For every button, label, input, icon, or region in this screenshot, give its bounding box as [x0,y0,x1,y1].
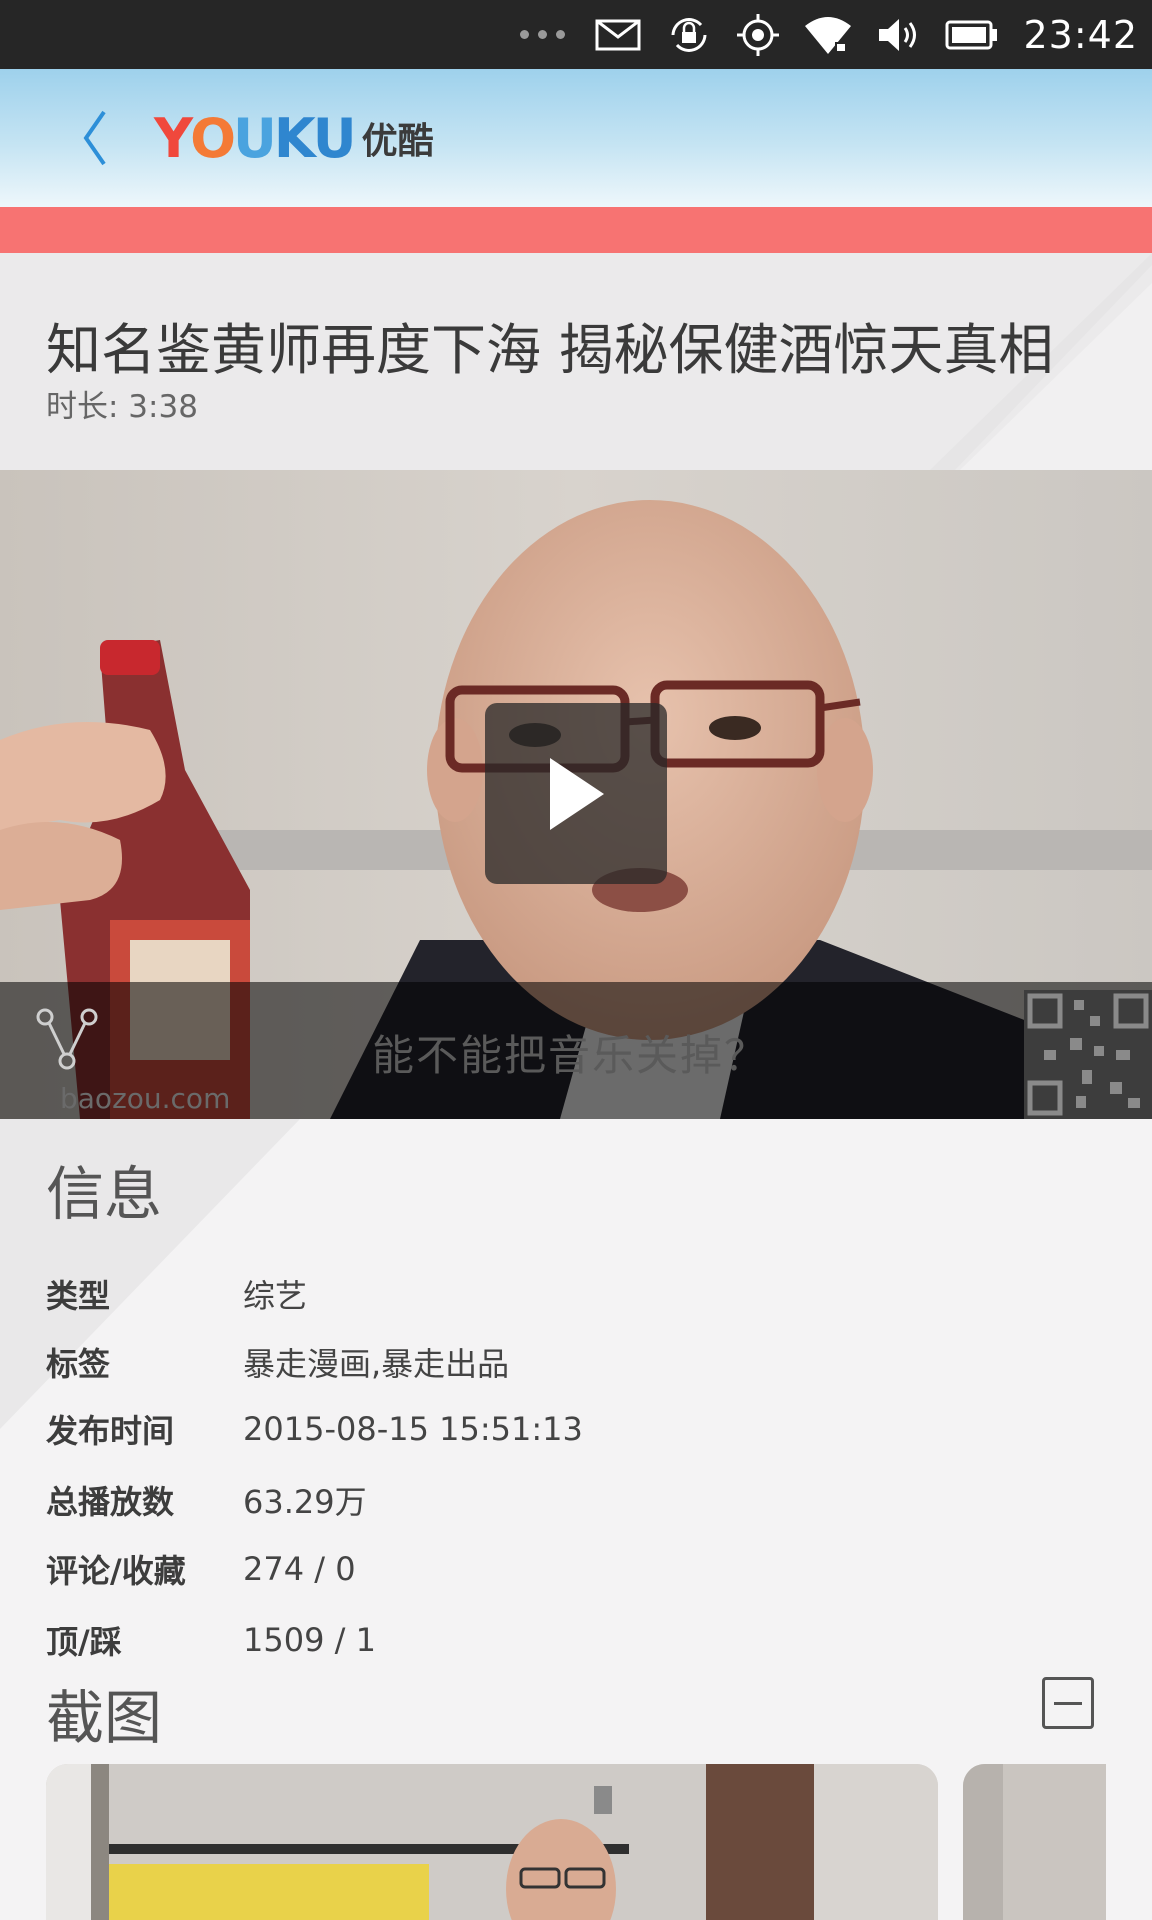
logo-chinese: 优酷 [361,121,434,162]
youku-logo: YOUKU 优酷 [154,107,434,170]
info-section: 信息 类型 综艺 标签 暴走漫画,暴走出品 发布时间 2015-08-15 15… [0,1119,1152,1920]
more-dots-icon [520,30,566,39]
info-row-publish-time: 发布时间 2015-08-15 15:51:13 [46,1404,1046,1454]
mail-icon [595,19,641,51]
info-value: 274 / 0 [243,1550,356,1588]
location-icon [737,13,780,56]
logo-wordmark: YOUKU [154,106,357,170]
screenshot-image [963,1764,1106,1920]
chevron-left-icon [83,110,106,166]
info-row-up-down: 顶/踩 1509 / 1 [46,1615,1046,1665]
video-title: 知名鉴黄师再度下海 揭秘保健酒惊天真相 [46,318,1054,382]
video-caption-bar: 能不能把音乐关掉？ baozou.com [0,982,1152,1119]
info-value: 1509 / 1 [243,1621,376,1659]
screenshot-thumbnail[interactable] [963,1764,1106,1920]
info-row-comments-favorites: 评论/收藏 274 / 0 [46,1544,1046,1594]
wifi-icon [805,16,852,54]
minus-icon [1054,1701,1082,1705]
screenshots-heading: 截图 [46,1684,163,1752]
video-subtitle: 能不能把音乐关掉？ [372,1031,769,1080]
collapse-button[interactable] [1042,1677,1094,1729]
clock: 23:42 [1023,12,1138,57]
screenshot-carousel[interactable] [46,1764,1106,1920]
screenshot-thumbnail[interactable] [46,1764,938,1920]
battery-icon [945,20,999,50]
app-header: YOUKU 优酷 [0,69,1152,207]
info-heading: 信息 [46,1160,163,1228]
info-value: 2015-08-15 15:51:13 [243,1410,583,1448]
video-watermark: baozou.com [60,1082,231,1115]
video-player[interactable]: 能不能把音乐关掉？ baozou.com [0,470,1152,1119]
info-value: 综艺 [243,1277,308,1315]
info-label: 顶/踩 [46,1623,122,1661]
info-label: 总播放数 [46,1483,175,1521]
volume-icon [877,16,919,54]
rotation-lock-icon [667,15,711,55]
screenshot-image [46,1764,938,1920]
info-row-tags: 标签 暴走漫画,暴走出品 [46,1337,1046,1387]
back-button[interactable] [60,98,130,178]
qr-code-icon [1024,990,1152,1119]
info-value: 63.29万 [243,1483,367,1521]
accent-bar [0,207,1152,253]
info-label: 评论/收藏 [46,1552,186,1590]
video-duration: 时长: 3:38 [46,389,198,425]
status-bar: 23:42 [0,0,1152,69]
play-icon [550,757,604,830]
info-label: 发布时间 [46,1412,175,1450]
info-row-total-plays: 总播放数 63.29万 [46,1475,1046,1525]
info-row-type: 类型 综艺 [46,1269,1046,1319]
title-section: 知名鉴黄师再度下海 揭秘保健酒惊天真相 时长: 3:38 [0,253,1152,470]
info-label: 标签 [46,1345,111,1383]
play-button[interactable] [485,703,667,884]
info-label: 类型 [46,1277,111,1315]
share-icon[interactable] [36,1008,98,1074]
info-value: 暴走漫画,暴走出品 [243,1345,510,1383]
